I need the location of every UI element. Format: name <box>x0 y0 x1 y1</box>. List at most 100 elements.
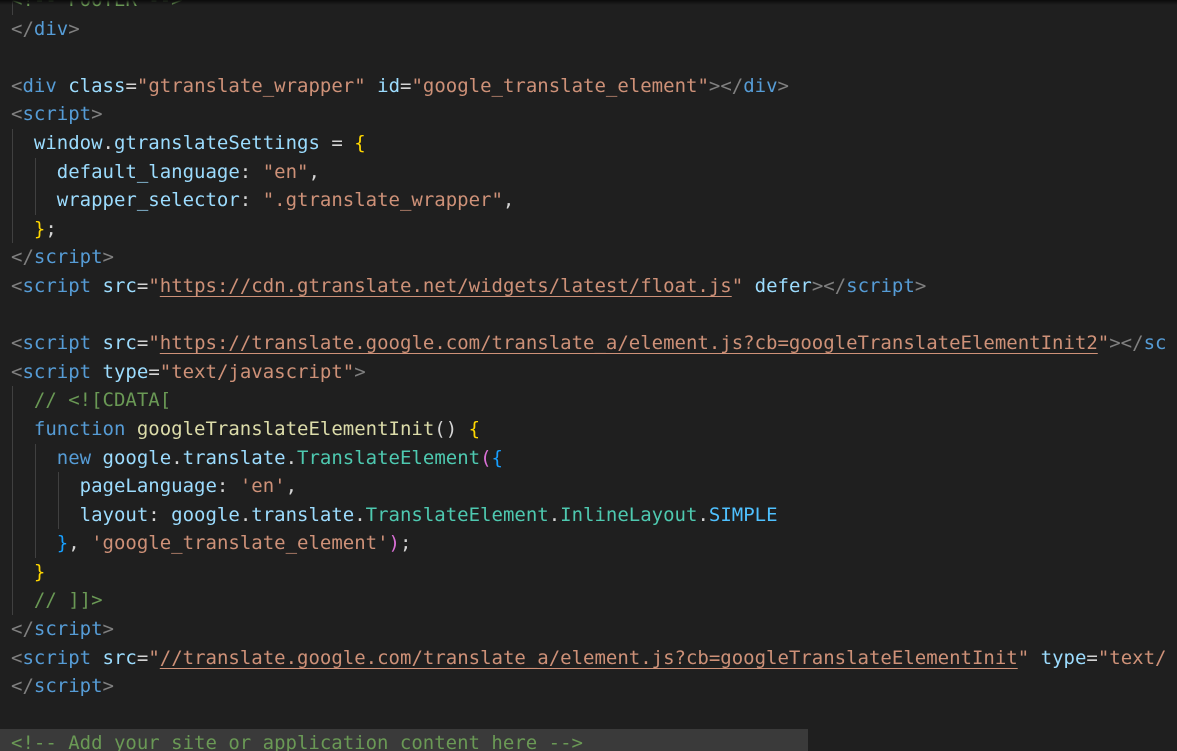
code-token: TranslateElement <box>297 446 481 469</box>
code-line[interactable]: new google.translate.TranslateElement({ <box>11 443 1166 473</box>
code-token: defer <box>754 274 812 297</box>
code-token: script <box>22 103 92 126</box>
code-token: 'google_translate_element' <box>91 532 389 555</box>
code-token: " <box>1097 332 1110 355</box>
code-line[interactable]: <script src="https://translate.google.co… <box>11 329 1166 358</box>
code-line[interactable]: <script type="text/javascript"> <box>11 358 1166 387</box>
code-line[interactable]: // ]]> <box>11 586 1166 616</box>
code-token: ></ <box>708 74 744 97</box>
code-token: script <box>22 646 92 669</box>
code-token: class <box>68 74 126 97</box>
code-token: div <box>22 74 57 97</box>
code-token: type <box>1040 646 1087 669</box>
code-line[interactable]: } <box>11 557 1166 587</box>
code-token: translate <box>251 503 355 526</box>
code-line[interactable]: </script> <box>11 243 1166 272</box>
code-token: . <box>239 503 252 526</box>
code-line[interactable]: <!-- Add your site or application conten… <box>0 729 808 751</box>
code-token: ; <box>399 532 412 555</box>
code-line[interactable]: <script> <box>11 100 1166 129</box>
code-token: . <box>285 446 298 469</box>
code-token: . <box>171 446 183 469</box>
code-token: wrapper_selector <box>56 189 240 212</box>
code-token: translate <box>182 446 286 469</box>
code-token: gtranslateSettings <box>113 131 320 154</box>
code-token: </ <box>11 17 34 40</box>
code-token: window <box>33 131 103 154</box>
code-area[interactable]: <!-- FOOTER --> </div> <div class="gtransl… <box>0 0 1166 751</box>
code-token: > <box>354 360 366 383</box>
code-line[interactable]: <script src="//translate.google.com/tran… <box>11 644 1166 673</box>
code-line[interactable] <box>11 701 1166 730</box>
code-line[interactable]: </script> <box>11 672 1166 701</box>
code-token: = <box>136 274 149 297</box>
code-token: function <box>33 417 126 440</box>
code-line[interactable]: wrapper_selector: ".gtranslate_wrapper", <box>11 186 1166 215</box>
code-line[interactable]: }, 'google_translate_element'); <box>11 529 1166 558</box>
code-token: script <box>33 618 103 641</box>
code-token: < <box>11 332 23 355</box>
code-token: "text/ <box>1097 646 1167 669</box>
code-token: : <box>239 160 263 183</box>
indent-guide <box>57 500 59 530</box>
code-token: 'en' <box>239 475 286 498</box>
code-token: : <box>148 503 172 526</box>
code-token: > <box>102 675 114 698</box>
code-token: pageLanguage <box>79 475 217 498</box>
code-token: > <box>777 74 789 97</box>
indent-guide <box>12 414 13 444</box>
code-token: > <box>102 246 114 269</box>
indent-guide <box>12 214 13 244</box>
code-token: " <box>148 274 160 297</box>
code-line[interactable]: layout: google.translate.TranslateElemen… <box>11 500 1166 530</box>
code-token: "gtranslate_wrapper" <box>136 74 366 97</box>
code-token: < <box>11 74 23 97</box>
code-token: { <box>354 131 366 154</box>
code-token: "text/javascript" <box>159 360 355 383</box>
code-token: "en" <box>262 160 309 183</box>
code-token: <!-- Add your site or application conten… <box>11 732 583 751</box>
code-line[interactable]: </div> <box>11 15 1166 44</box>
code-token: googleTranslateElementInit <box>136 417 435 440</box>
code-token: = <box>136 646 149 669</box>
code-line[interactable] <box>11 301 1166 330</box>
code-token: > <box>91 103 103 126</box>
code-token: div <box>33 17 69 40</box>
code-line[interactable]: <div class="gtranslate_wrapper" id="goog… <box>11 72 1166 101</box>
code-line[interactable]: function googleTranslateElementInit() { <box>11 414 1166 444</box>
code-token: < <box>11 274 23 297</box>
code-token: . <box>354 503 366 526</box>
code-line[interactable] <box>11 43 1166 72</box>
code-token: src <box>102 332 137 355</box>
code-token: . <box>102 131 114 154</box>
code-token: " <box>148 332 160 355</box>
code-token: layout <box>79 503 149 526</box>
code-line[interactable]: </script> <box>11 615 1166 644</box>
code-line[interactable]: window.gtranslateSettings = { <box>11 128 1166 158</box>
code-token: //translate.google.com/translate_a/eleme… <box>159 646 1018 669</box>
code-token: = <box>1086 646 1098 669</box>
indent-guide <box>12 443 13 473</box>
code-token: > <box>102 618 114 641</box>
code-line[interactable]: // <![CDATA[ <box>11 386 1166 415</box>
code-line[interactable]: pageLanguage: 'en', <box>11 472 1166 501</box>
code-line[interactable]: default_language: "en", <box>11 157 1166 187</box>
code-token: google <box>102 446 172 469</box>
code-token: </ <box>11 246 34 269</box>
code-editor[interactable]: <!-- FOOTER --> </div> <div class="gtransl… <box>0 0 1177 751</box>
code-token: } <box>56 532 69 555</box>
indent-guide <box>34 500 36 530</box>
indent-guide <box>34 186 36 215</box>
code-line[interactable]: }; <box>11 214 1166 244</box>
indent-guide <box>34 472 36 501</box>
indent-guide <box>34 529 36 558</box>
code-token: = <box>148 360 160 383</box>
code-line[interactable]: <script src="https://cdn.gtranslate.net/… <box>11 272 1166 301</box>
code-token: } <box>33 217 46 240</box>
